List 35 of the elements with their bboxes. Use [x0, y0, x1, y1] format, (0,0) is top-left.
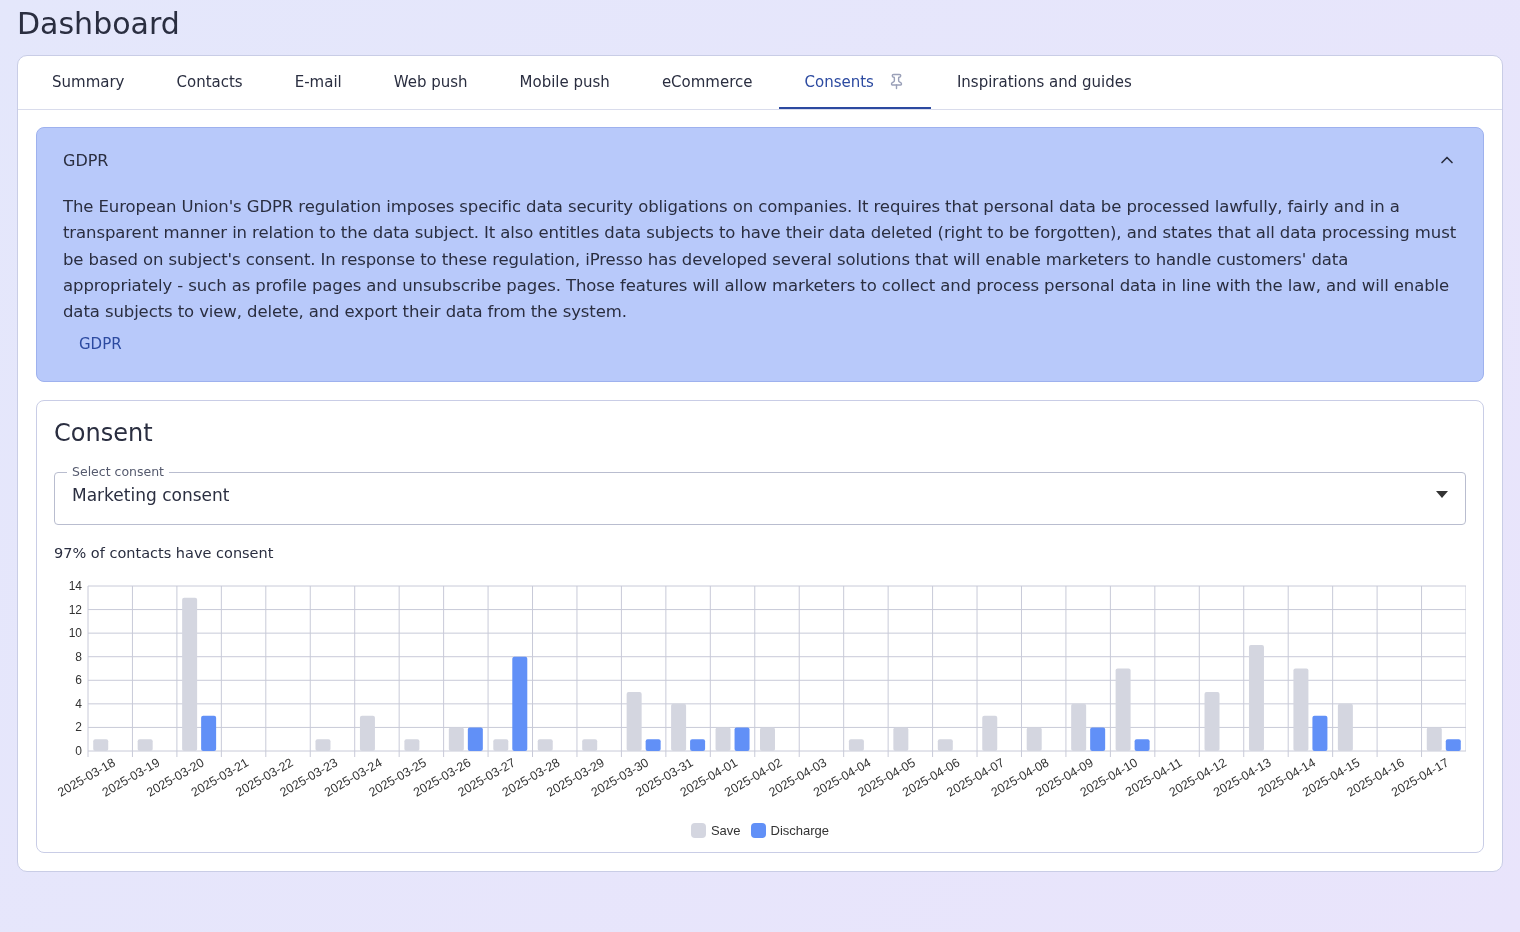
legend-item[interactable]: Save — [690, 823, 741, 839]
panel-title: GDPR — [63, 150, 109, 170]
tab[interactable]: E-mail — [268, 56, 368, 109]
chart-bar — [1134, 739, 1150, 752]
chart-bar — [690, 739, 706, 752]
chart-bar — [734, 727, 750, 752]
axis-tick-label: 14 — [68, 579, 82, 594]
consent-select[interactable]: Select consent Marketing consent — [54, 465, 1466, 526]
card-title: Consent — [54, 419, 154, 448]
chart-bar — [1090, 727, 1106, 752]
tab[interactable]: Web push — [367, 56, 494, 109]
tab[interactable]: Inspirations and guides — [930, 56, 1158, 109]
chart-bar — [201, 716, 217, 752]
panel-text: The European Union's GDPR regulation imposes specific data security obligations on companies. It requires that personal data be processed lawfully, fairly and in a transparent manner in relation to the data subject. It also entitles data subjects to have their data deleted (right to be forgotten), and states that all data processing must be based on subject's consent. In response to these regulation, iPresso has developed several solutions that will enable marketers to handle customers' data appropriately - such as profile pages and unsubscribe pages. Those features will allow marketers to collect and process personal data in line with the law, and will enable data subjects to view, delete, and export their data from the system. — [63, 196, 1457, 324]
legend-item[interactable]: Discharge — [750, 823, 830, 839]
tab[interactable]: Summary — [26, 56, 151, 109]
axis-tick-label: 6 — [75, 673, 82, 688]
chart-bar — [1312, 716, 1328, 752]
chart-bar — [1445, 739, 1461, 752]
tab[interactable]: Mobile push — [493, 56, 636, 109]
tab[interactable]: Contacts — [150, 56, 269, 109]
tab[interactable]: Consents — [778, 56, 931, 109]
tab[interactable]: eCommerce — [635, 56, 779, 109]
axis-tick-label: 12 — [68, 603, 82, 618]
axis-tick-label: 0 — [75, 744, 82, 759]
chart-bar — [645, 739, 661, 752]
gdpr-link[interactable]: GDPR — [79, 335, 122, 354]
dropdown-caret-icon — [1436, 491, 1448, 499]
chart-bar — [467, 727, 483, 752]
axis-tick-label: 8 — [75, 650, 82, 665]
axis-tick-label: 4 — [75, 697, 82, 712]
page-title: Dashboard — [17, 6, 181, 41]
axis-tick-label: 10 — [68, 626, 82, 641]
consent-summary: 97% of contacts have consent — [54, 545, 275, 562]
axis-tick-label: 2 — [75, 720, 82, 735]
